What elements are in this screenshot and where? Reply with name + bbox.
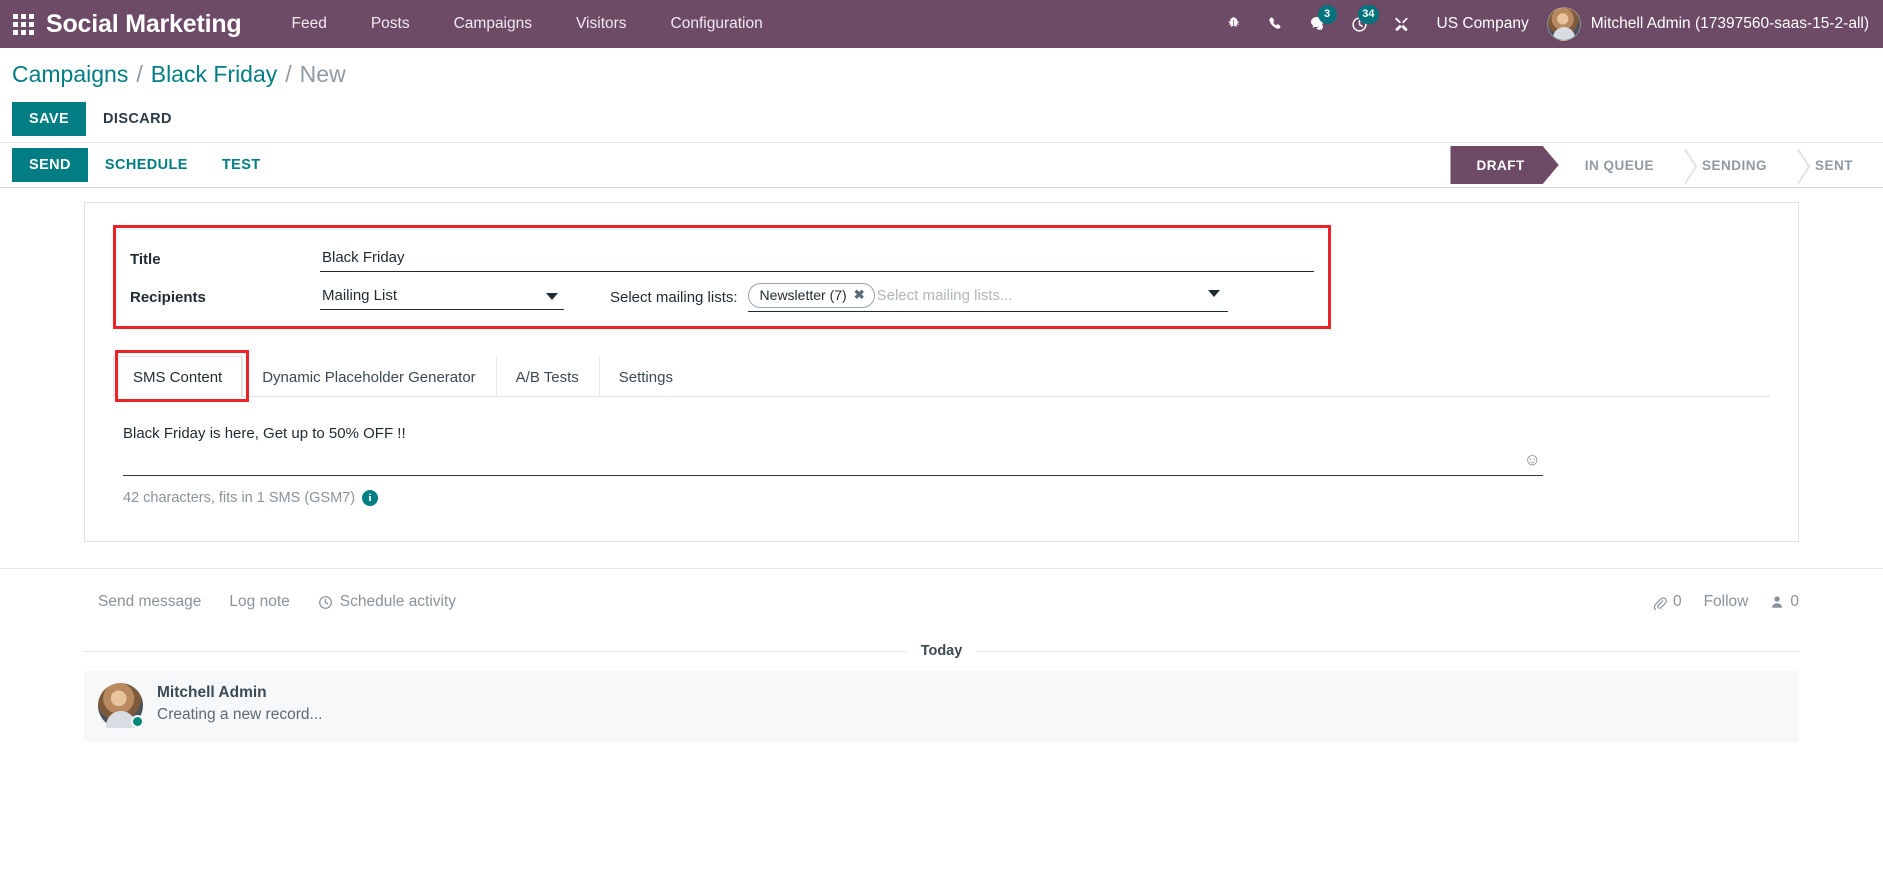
test-button[interactable]: TEST [205,148,278,182]
mailing-lists-field[interactable]: Newsletter (7) ✖ Select mailing lists... [747,282,1228,312]
sms-body-input[interactable]: Black Friday is here, Get up to 50% OFF … [123,423,1543,475]
tab-dynamic-placeholder-generator[interactable]: Dynamic Placeholder Generator [242,356,495,397]
emoji-icon[interactable]: ☺ [1524,451,1541,468]
top-navbar: Social Marketing Feed Posts Campaigns Vi… [0,0,1883,48]
person-icon [1772,596,1783,608]
tab-settings[interactable]: Settings [598,356,693,397]
date-separator-label: Today [920,643,963,659]
mailing-list-tag-label: Newsletter (7) [759,286,847,303]
followers-count: 0 [1790,593,1799,610]
app-brand-title[interactable]: Social Marketing [46,10,242,39]
menu-item-campaigns[interactable]: Campaigns [432,0,554,48]
status-pipeline: DRAFT IN QUEUE SENDING SENT [1450,146,1883,184]
status-stage-sent[interactable]: SENT [1789,146,1875,184]
notebook: SMS Content Dynamic Placeholder Generato… [113,350,1770,506]
main-fields-group: Title Recipients Mailing List Select mai… [113,225,1331,329]
company-switcher[interactable]: US Company [1423,15,1547,33]
send-button[interactable]: SEND [12,148,88,182]
schedule-activity-button[interactable]: Schedule activity [304,587,470,617]
status-stage-in-queue[interactable]: IN QUEUE [1559,146,1676,184]
content-area: Title Recipients Mailing List Select mai… [0,188,1883,542]
breadcrumb-new: New [299,60,346,87]
paperclip-icon [1653,596,1667,610]
tab-sms-content[interactable]: SMS Content [113,356,243,397]
field-row-title: Title [130,240,1314,278]
sms-character-counter-text: 42 characters, fits in 1 SMS (GSM7) [123,490,356,506]
activity-badge: 34 [1358,5,1379,24]
clock-icon [318,595,332,609]
chatter: Send message Log note Schedule activity … [0,568,1883,742]
breadcrumb: Campaigns / Black Friday / New [0,48,1883,96]
recipients-label: Recipients [130,288,206,306]
form-sheet: Title Recipients Mailing List Select mai… [84,202,1799,542]
date-separator: Today [84,643,1799,659]
tab-bar: SMS Content Dynamic Placeholder Generato… [113,350,1770,402]
chatter-stats: 0 Follow 0 [1652,593,1799,611]
user-menu[interactable]: Mitchell Admin (17397560-saas-15-2-all) [1546,7,1871,41]
breadcrumb-black-friday[interactable]: Black Friday [151,61,278,88]
discard-button[interactable]: DISCARD [86,102,189,136]
recipients-select-wrap: Mailing List [320,284,564,310]
menu-item-configuration[interactable]: Configuration [649,0,785,48]
tab-ab-tests[interactable]: A/B Tests [495,356,599,397]
activity-clock-icon[interactable]: 34 [1339,0,1381,48]
log-note-button[interactable]: Log note [215,587,303,617]
avatar [1546,7,1581,41]
menu-item-visitors[interactable]: Visitors [554,0,649,48]
field-row-recipients: Recipients Mailing List Select mailing l… [130,278,1314,316]
close-icon[interactable]: ✖ [854,287,865,303]
breadcrumb-campaigns[interactable]: Campaigns [12,61,128,88]
schedule-activity-label: Schedule activity [339,593,457,610]
sms-body-underline [123,475,1543,476]
follow-button[interactable]: Follow [1704,593,1749,611]
breadcrumb-separator-2: / [285,60,292,87]
save-button[interactable]: SAVE [12,102,87,136]
chatter-message: Mitchell Admin Creating a new record... [84,671,1799,742]
mailing-lists-placeholder: Select mailing lists... [876,286,1013,304]
avatar [98,683,144,728]
separator-line-right [976,650,1799,652]
tab-panel-sms-content: Black Friday is here, Get up to 50% OFF … [113,397,1770,506]
messages-badge: 3 [1317,5,1337,24]
breadcrumb-separator-1: / [136,60,143,87]
attachments-stat[interactable]: 0 [1652,593,1682,611]
recipients-select[interactable]: Mailing List [320,284,564,310]
message-author: Mitchell Admin [157,684,267,701]
mailing-action-bar: SEND SCHEDULE TEST DRAFT IN QUEUE SENDIN… [0,142,1883,188]
online-status-dot [131,715,144,728]
separator-line-left [84,650,907,652]
mailing-list-tag[interactable]: Newsletter (7) ✖ [747,282,875,308]
message-body: Mitchell Admin Creating a new record... [157,683,322,728]
sms-character-counter: 42 characters, fits in 1 SMS (GSM7) i [123,490,1760,506]
title-label: Title [130,250,161,268]
info-icon[interactable]: i [362,490,379,506]
bug-icon[interactable] [1213,0,1255,48]
status-stage-sending[interactable]: SENDING [1676,146,1789,184]
chatter-toolbar: Send message Log note Schedule activity … [84,587,1799,617]
phone-icon[interactable] [1255,0,1297,48]
user-name-label: Mitchell Admin (17397560-saas-15-2-all) [1590,15,1869,32]
tools-icon[interactable] [1381,0,1423,48]
chevron-down-icon[interactable] [1207,289,1220,297]
apps-grid-icon[interactable] [0,0,46,48]
schedule-button[interactable]: SCHEDULE [88,148,205,182]
menu-item-feed[interactable]: Feed [269,0,348,48]
message-text: Creating a new record... [157,706,323,723]
messages-icon[interactable]: 3 [1297,0,1339,48]
menu-item-posts[interactable]: Posts [349,0,432,48]
status-stage-draft[interactable]: DRAFT [1450,146,1558,184]
send-message-button[interactable]: Send message [84,587,215,617]
attachments-count: 0 [1672,593,1682,610]
mailing-lists-label: Select mailing lists: [610,288,738,306]
followers-stat[interactable]: 0 [1770,593,1799,611]
sms-body-wrap: Black Friday is here, Get up to 50% OFF … [123,423,1543,476]
main-menu: Feed Posts Campaigns Visitors Configurat… [269,0,784,48]
title-input[interactable] [320,246,1314,272]
navbar-right-group: 3 34 US Company Mitchell Admin (17397560… [1213,0,1875,48]
record-actions: SAVE DISCARD [0,96,1883,142]
